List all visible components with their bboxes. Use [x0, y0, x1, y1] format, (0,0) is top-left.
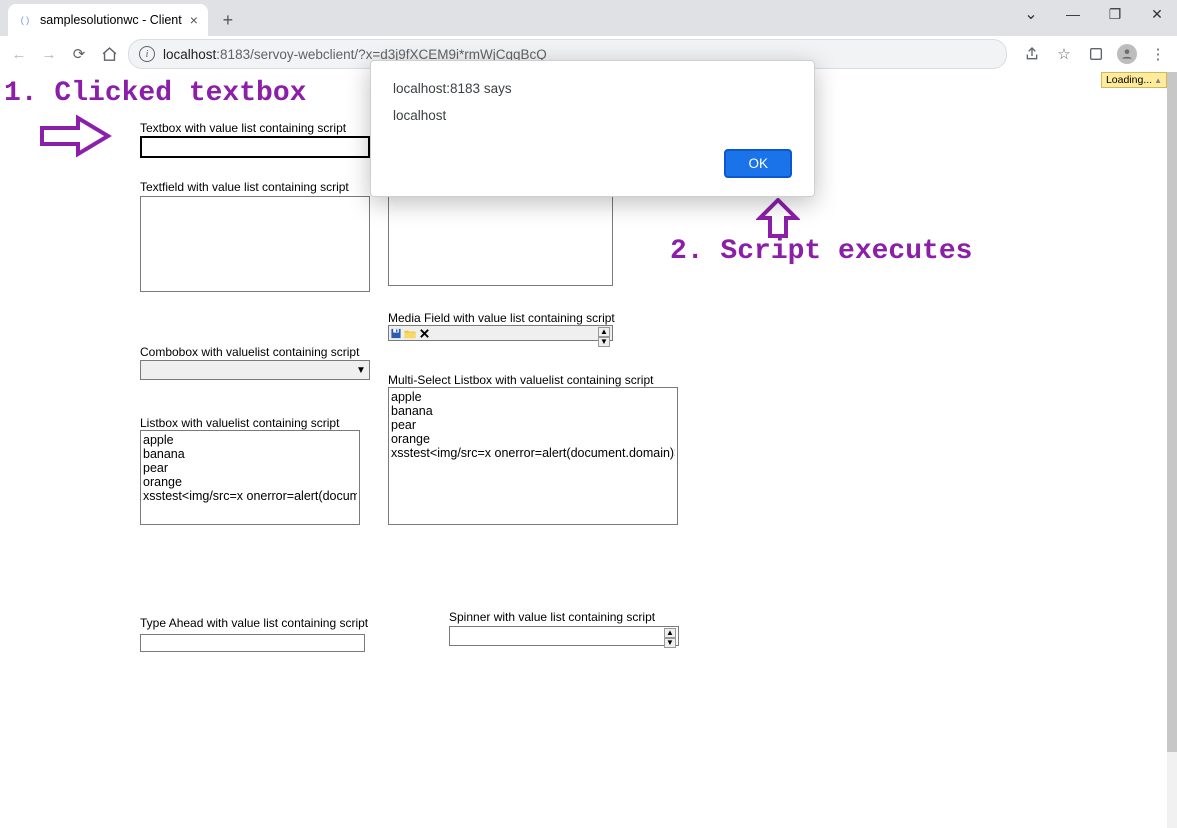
profile-avatar-icon[interactable] — [1117, 44, 1137, 64]
dialog-title: localhost:8183 says — [393, 81, 792, 96]
spinner-input[interactable]: ▲▼ — [449, 626, 679, 646]
list-item[interactable]: banana — [143, 447, 357, 461]
multiselect-label: Multi-Select Listbox with valuelist cont… — [388, 373, 653, 387]
tab-favicon-icon: ( ) — [18, 13, 32, 27]
list-item[interactable]: pear — [143, 461, 357, 475]
list-item[interactable]: xsstest<img/src=x onerror=alert(document… — [391, 446, 675, 460]
nav-reload-icon[interactable]: ⟳ — [68, 43, 90, 65]
list-item[interactable]: pear — [391, 418, 675, 432]
list-item[interactable]: xsstest<img/src=x onerror=alert(documen — [143, 489, 357, 503]
listbox-label: Listbox with valuelist containing script — [140, 416, 339, 430]
media-delete-icon[interactable] — [417, 327, 431, 339]
media-label: Media Field with value list containing s… — [388, 311, 615, 325]
vertical-scrollbar[interactable] — [1167, 72, 1177, 828]
dialog-message: localhost — [393, 108, 792, 123]
loading-badge: Loading...▲ — [1101, 72, 1167, 88]
textbox-input[interactable] — [140, 136, 370, 158]
nav-forward-icon[interactable]: → — [38, 43, 60, 65]
media-field[interactable]: ▲▼ — [388, 325, 613, 341]
kebab-menu-icon[interactable]: ⋮ — [1147, 43, 1169, 65]
media-spinner[interactable]: ▲▼ — [598, 327, 610, 339]
typeahead-input[interactable] — [140, 634, 365, 652]
spinner-label: Spinner with value list containing scrip… — [449, 610, 655, 624]
combobox-input[interactable]: ▼ — [140, 360, 370, 380]
tab-close-icon[interactable]: × — [190, 13, 198, 27]
window-minimize-icon[interactable]: — — [1059, 6, 1087, 22]
window-close-icon[interactable]: ✕ — [1143, 6, 1171, 23]
site-info-icon[interactable]: i — [139, 46, 155, 62]
textfield-input[interactable] — [140, 196, 370, 292]
share-icon[interactable] — [1021, 43, 1043, 65]
multiselect-listbox[interactable]: applebananapearorangexsstest<img/src=x o… — [388, 387, 678, 525]
list-item[interactable]: banana — [391, 404, 675, 418]
textfield-label: Textfield with value list containing scr… — [140, 180, 349, 194]
list-item[interactable]: orange — [391, 432, 675, 446]
extensions-icon[interactable] — [1085, 43, 1107, 65]
window-restore-icon[interactable]: ❐ — [1101, 6, 1129, 23]
textfield-input-2[interactable] — [388, 196, 613, 286]
tab-strip: ( ) samplesolutionwc - Client × + ⌄ — ❐ … — [0, 0, 1177, 36]
nav-home-icon[interactable] — [98, 43, 120, 65]
window-controls: ⌄ — ❐ ✕ — [1017, 4, 1171, 24]
chevron-down-icon: ▼ — [353, 365, 369, 376]
browser-tab[interactable]: ( ) samplesolutionwc - Client × — [8, 4, 208, 36]
chevron-down-icon[interactable]: ⌄ — [1017, 4, 1045, 24]
new-tab-button[interactable]: + — [214, 6, 242, 34]
media-open-icon[interactable] — [403, 327, 417, 339]
spinner-buttons[interactable]: ▲▼ — [664, 628, 676, 644]
media-save-icon[interactable] — [389, 327, 403, 339]
listbox[interactable]: applebananapearorangexsstest<img/src=x o… — [140, 430, 360, 525]
combobox-label: Combobox with valuelist containing scrip… — [140, 345, 359, 359]
list-item[interactable]: orange — [143, 475, 357, 489]
bookmark-star-icon[interactable]: ☆ — [1053, 43, 1075, 65]
textbox-label: Textbox with value list containing scrip… — [140, 121, 346, 135]
js-alert-dialog: localhost:8183 says localhost OK — [370, 60, 815, 197]
nav-back-icon[interactable]: ← — [8, 43, 30, 65]
tab-title: samplesolutionwc - Client — [40, 13, 182, 27]
dialog-ok-button[interactable]: OK — [724, 149, 792, 178]
list-item[interactable]: apple — [391, 390, 675, 404]
list-item[interactable]: apple — [143, 433, 357, 447]
typeahead-label: Type Ahead with value list containing sc… — [140, 616, 368, 630]
